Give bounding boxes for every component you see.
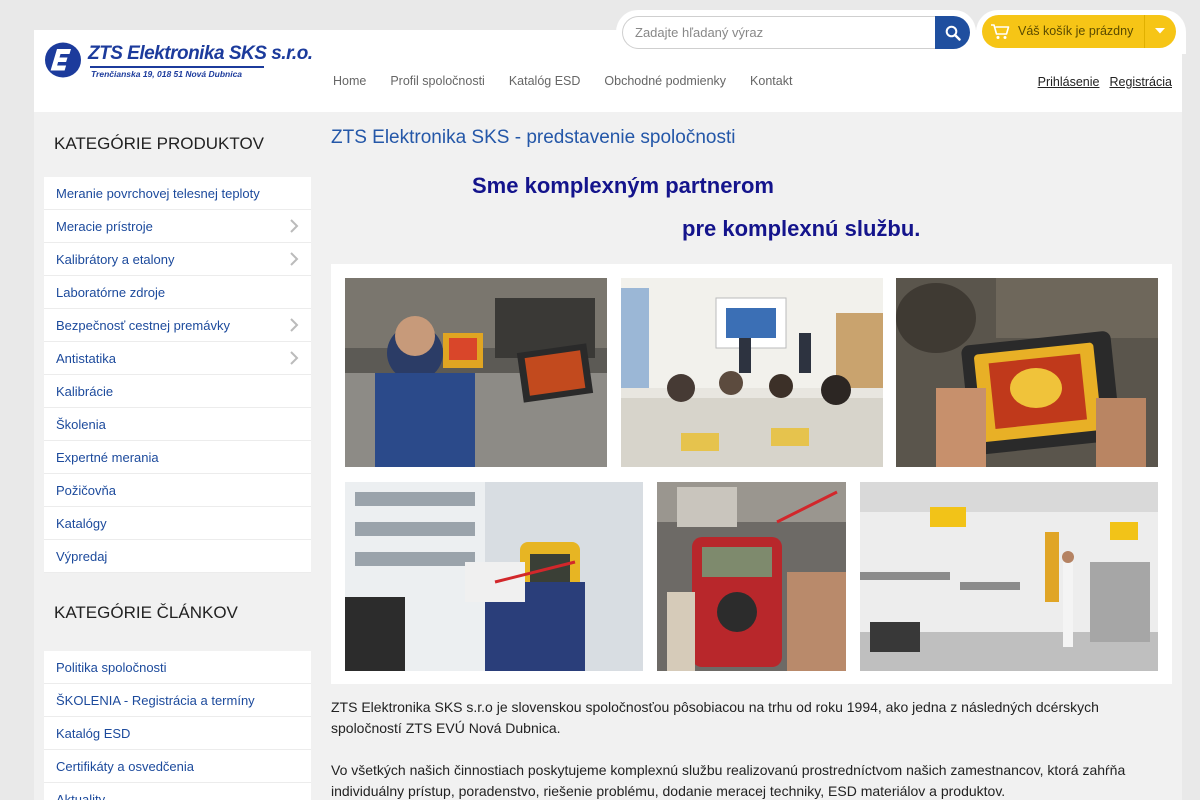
photo-multimeter[interactable] <box>657 482 846 671</box>
nav-home[interactable]: Home <box>333 74 366 88</box>
nav-contact[interactable]: Kontakt <box>750 74 792 88</box>
category-label: Kalibrácie <box>56 383 114 399</box>
search-button[interactable] <box>935 16 970 49</box>
photo-electrical-panel[interactable] <box>345 482 643 671</box>
sidebar: KATEGÓRIE PRODUKTOV Meranie povrchovej t… <box>44 112 311 800</box>
category-item-road-safety[interactable]: Bezpečnosť cestnej premávky <box>44 309 311 342</box>
login-link[interactable]: Prihlásenie <box>1038 75 1100 89</box>
logo-underline <box>90 66 264 68</box>
category-label: Kalibrátory a etalony <box>56 251 175 267</box>
services-paragraph: Vo všetkých našich činnostiach poskytuje… <box>331 762 1126 799</box>
article-label: Katalóg ESD <box>56 725 131 741</box>
tagline-line-2: pre komplexnú službu. <box>682 216 921 241</box>
company-logo[interactable]: ZTS Elektronika SKS s.r.o. Trenčianska 1… <box>44 40 313 82</box>
main-area: KATEGÓRIE PRODUKTOV Meranie povrchovej t… <box>34 112 1182 800</box>
photo-thermal-imager[interactable] <box>896 278 1158 467</box>
register-link[interactable]: Registrácia <box>1109 75 1172 89</box>
chevron-down-icon[interactable] <box>1154 27 1166 35</box>
article-item-training-registration[interactable]: ŠKOLENIA - Registrácia a termíny <box>44 684 311 717</box>
tagline-line-1: Sme komplexným partnerom <box>472 173 774 198</box>
category-item-sale[interactable]: Výpredaj <box>44 540 311 573</box>
chevron-right-icon[interactable] <box>289 318 299 332</box>
category-label: Expertné merania <box>56 449 159 465</box>
article-label: ŠKOLENIA - Registrácia a termíny <box>56 692 255 708</box>
category-item-lab-sources[interactable]: Laboratórne zdroje <box>44 276 311 309</box>
category-label: Meracie prístroje <box>56 218 153 234</box>
category-label: Požičovňa <box>56 482 116 498</box>
product-categories-list: Meranie povrchovej telesnej teploty Mera… <box>44 177 311 573</box>
chevron-right-icon[interactable] <box>289 252 299 266</box>
nav-esd-catalog[interactable]: Katalóg ESD <box>509 74 581 88</box>
category-item-expert-measurements[interactable]: Expertné merania <box>44 441 311 474</box>
category-item-measuring-instruments[interactable]: Meracie prístroje <box>44 210 311 243</box>
category-label: Antistatika <box>56 350 116 366</box>
nav-terms[interactable]: Obchodné podmienky <box>604 74 726 88</box>
article-item-company-policy[interactable]: Politika spoločnosti <box>44 651 311 684</box>
nav-company-profile[interactable]: Profil spoločnosti <box>390 74 485 88</box>
category-label: Meranie povrchovej telesnej teploty <box>56 185 260 201</box>
article-item-news[interactable]: Aktuality <box>44 783 311 800</box>
category-item-calibrations[interactable]: Kalibrácie <box>44 375 311 408</box>
auth-links: Prihlásenie Registrácia <box>1038 75 1172 89</box>
search-icon <box>945 25 961 41</box>
category-item-calibrators[interactable]: Kalibrátory a etalony <box>44 243 311 276</box>
article-item-esd-catalog[interactable]: Katalóg ESD <box>44 717 311 750</box>
category-label: Katalógy <box>56 515 107 531</box>
category-item-skin-temperature[interactable]: Meranie povrchovej telesnej teploty <box>44 177 311 210</box>
photo-esd-workplace[interactable] <box>860 482 1158 671</box>
article-item-certificates[interactable]: Certifikáty a osvedčenia <box>44 750 311 783</box>
logo-address: Trenčianska 19, 018 51 Nová Dubnica <box>91 69 243 79</box>
article-label: Certifikáty a osvedčenia <box>56 758 195 774</box>
intro-paragraph: ZTS Elektronika SKS s.r.o je slovenskou … <box>331 699 1099 736</box>
chevron-right-icon[interactable] <box>289 219 299 233</box>
product-categories-heading: KATEGÓRIE PRODUKTOV <box>54 134 265 153</box>
photo-thermal-lab[interactable] <box>345 278 607 467</box>
category-item-antistatic[interactable]: Antistatika <box>44 342 311 375</box>
shopping-cart-icon <box>991 24 1010 39</box>
cart-divider <box>1144 15 1145 48</box>
photo-gallery <box>331 264 1172 684</box>
category-label: Školenia <box>56 416 106 432</box>
category-label: Bezpečnosť cestnej premávky <box>56 317 230 333</box>
category-label: Výpredaj <box>56 548 108 564</box>
category-item-catalogs[interactable]: Katalógy <box>44 507 311 540</box>
article-categories-heading: KATEGÓRIE ČLÁNKOV <box>54 603 238 622</box>
page-title: ZTS Elektronika SKS - predstavenie spolo… <box>331 127 736 148</box>
chevron-right-icon[interactable] <box>289 351 299 365</box>
search-input[interactable] <box>622 16 936 49</box>
category-label: Laboratórne zdroje <box>56 284 166 300</box>
zts-emblem-icon <box>45 42 81 78</box>
article-label: Aktuality <box>56 791 106 800</box>
cart-status: Váš košík je prázdny <box>1018 24 1134 38</box>
logo-title: ZTS Elektronika SKS s.r.o. <box>88 43 313 64</box>
cart-button[interactable]: Váš košík je prázdny <box>982 15 1176 48</box>
main-nav: Home Profil spoločnosti Katalóg ESD Obch… <box>333 74 792 88</box>
category-item-trainings[interactable]: Školenia <box>44 408 311 441</box>
photo-training-seminar[interactable] <box>621 278 883 467</box>
article-categories-list: Politika spoločnosti ŠKOLENIA - Registrá… <box>44 651 311 800</box>
category-item-rental[interactable]: Požičovňa <box>44 474 311 507</box>
article-label: Politika spoločnosti <box>56 659 167 675</box>
